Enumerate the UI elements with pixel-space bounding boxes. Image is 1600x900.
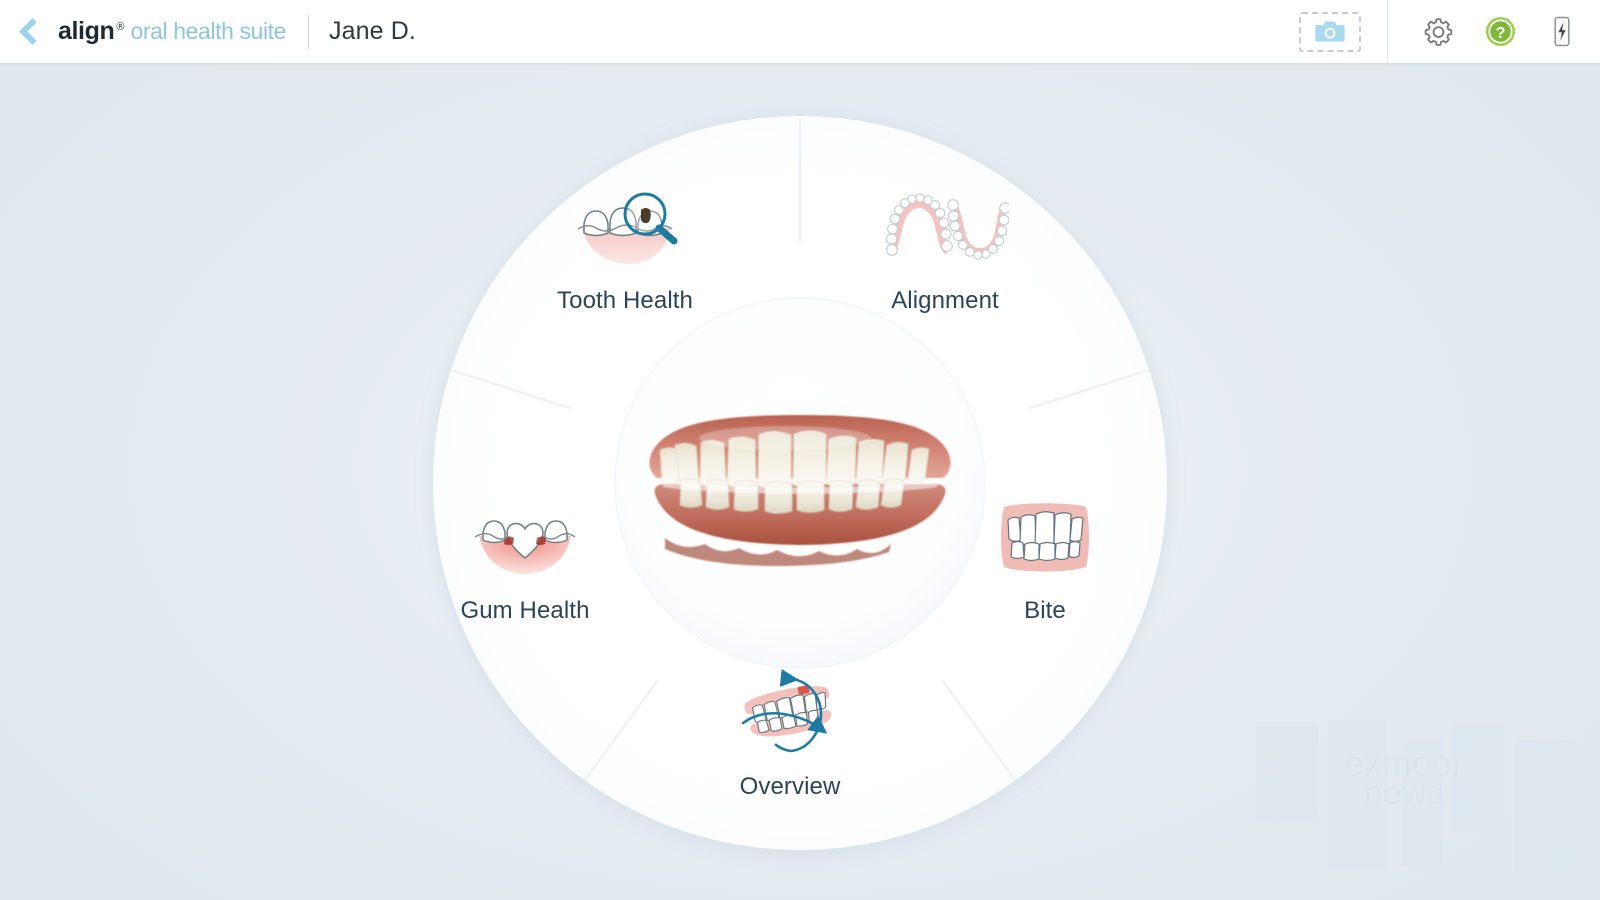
- help-circle-icon: ?: [1485, 16, 1515, 47]
- chevron-left-icon: [18, 18, 46, 45]
- settings-button[interactable]: [1418, 12, 1458, 52]
- segment-overview[interactable]: Overview: [690, 671, 890, 801]
- radial-menu: Tooth Health Alignment Bite Overview Gum…: [0, 63, 1600, 900]
- capture-screenshot-button[interactable]: [1299, 11, 1361, 52]
- segment-icon-wrap: [566, 185, 684, 271]
- dental-arches-icon: [885, 193, 1009, 260]
- segment-gum-health[interactable]: Gum Health: [420, 495, 630, 625]
- segment-alignment[interactable]: Alignment: [830, 185, 1060, 315]
- segment-label-alignment: Alignment: [891, 287, 999, 314]
- brand-trademark: ®: [116, 21, 125, 33]
- app-root: align ® oral health suite Jane D. ? Toot…: [0, 0, 1600, 900]
- back-button[interactable]: [0, 0, 58, 63]
- brand-suffix: oral health suite: [130, 18, 287, 44]
- header-separator: [308, 14, 310, 49]
- patient-name: Jane D.: [329, 17, 416, 45]
- brand-logo[interactable]: align ® oral health suite: [58, 17, 286, 46]
- heart-tooth-gums-icon: [474, 520, 576, 574]
- help-button[interactable]: ?: [1480, 12, 1520, 52]
- segment-tooth-health[interactable]: Tooth Health: [510, 185, 740, 315]
- segment-icon-wrap: [998, 495, 1092, 581]
- intraoral-scan-image: [649, 415, 951, 566]
- gear-icon: [1424, 18, 1452, 47]
- segment-icon-wrap: [881, 185, 1009, 271]
- tooth-magnifier-icon: [577, 192, 678, 264]
- front-teeth-bite-icon: [1001, 503, 1089, 572]
- scanner-status-button[interactable]: [1542, 12, 1582, 52]
- segment-label-overview: Overview: [739, 773, 841, 800]
- app-header: align ® oral health suite Jane D. ?: [0, 0, 1600, 63]
- header-icon-divider: [1387, 0, 1388, 63]
- rotating-teeth-icon: [741, 669, 832, 753]
- brand-name: align: [58, 17, 115, 45]
- segment-icon-wrap: [469, 495, 581, 581]
- segment-label-tooth-health: Tooth Health: [557, 287, 693, 314]
- camera-icon: [1315, 21, 1345, 42]
- segment-label-bite: Bite: [1024, 597, 1066, 624]
- svg-text:?: ?: [1495, 25, 1505, 42]
- segment-icon-wrap: [733, 671, 847, 757]
- intraoral-scan-3d-model[interactable]: [620, 388, 980, 578]
- segment-label-gum-health: Gum Health: [460, 597, 590, 624]
- scanner-wand-icon: [1554, 16, 1570, 47]
